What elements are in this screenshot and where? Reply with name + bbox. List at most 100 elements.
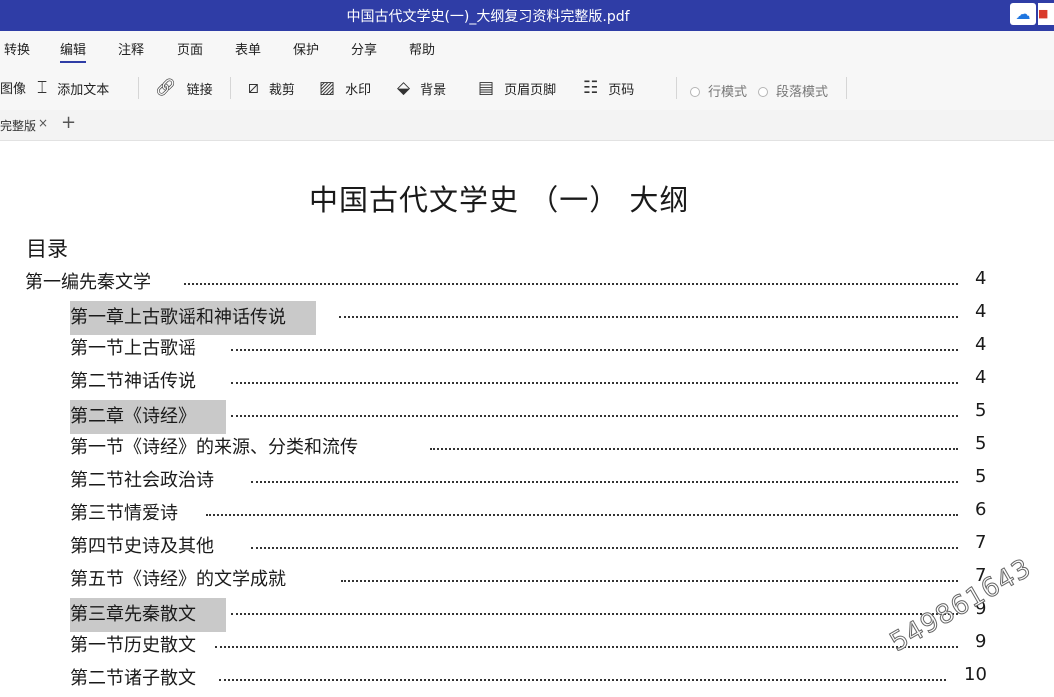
link-button[interactable]: 🔗︎ 链接 <box>155 78 213 98</box>
document-page: 中国古代文学史 （一） 大纲 目录 第一编先秦文学 4 第一章上古歌谣和神话传说 4 第… <box>0 141 1054 697</box>
menu-form[interactable]: 表单 <box>235 39 261 58</box>
toc-entry-page: 9 <box>975 631 987 652</box>
toc-entry[interactable]: 第五节《诗经》的文学成就 7 <box>0 565 1054 595</box>
cloud-icon[interactable]: ☁ <box>1010 3 1036 25</box>
text-box-icon: ⌶ <box>37 78 48 98</box>
toc-entry-label: 第二节诸子散文 <box>70 668 196 689</box>
line-mode-label: 行模式 <box>708 85 748 100</box>
crop-label: 裁剪 <box>268 82 295 98</box>
image-label: 图像 <box>0 82 27 97</box>
menu-edit[interactable]: 编辑 <box>60 39 87 63</box>
toc-entry-label: 第三节情爱诗 <box>70 503 178 524</box>
document-title: 中国古代文学史 （一） 大纲 <box>309 183 690 217</box>
menu-annotate[interactable]: 注释 <box>118 39 144 58</box>
watermark-label: 水印 <box>345 82 372 98</box>
paragraph-mode-label: 段落模式 <box>776 85 829 100</box>
toc-entry[interactable]: 第三章先秦散文 9 <box>0 598 1054 632</box>
toc-leader-dots <box>430 448 958 450</box>
toc-entry[interactable]: 第三节情爱诗 6 <box>0 499 1054 529</box>
toc-entry-label: 第三章先秦散文 <box>70 598 226 632</box>
new-tab-icon[interactable]: + <box>61 112 76 133</box>
crop-button[interactable]: ⧄ 裁剪 <box>248 78 295 98</box>
toc-entry-page: 4 <box>975 334 987 355</box>
title-bar: 中国古代文学史(一)_大纲复习资料完整版.pdf ☁ ■ <box>0 0 1054 31</box>
app-badge-icon[interactable]: ■ <box>1038 3 1054 25</box>
tab-bar: 完整版 × + <box>0 110 1054 141</box>
page-number-button[interactable]: ☷ 页码 <box>583 78 634 98</box>
radio-dot-icon <box>758 87 768 97</box>
toc-entry[interactable]: 第一节《诗经》的来源、分类和流传 5 <box>0 433 1054 463</box>
paragraph-mode-radio[interactable]: 段落模式 <box>758 81 828 100</box>
toc-leader-dots <box>184 283 958 285</box>
toc-leader-dots <box>251 547 958 549</box>
menu-help[interactable]: 帮助 <box>409 39 435 58</box>
background-button[interactable]: ⬙ 背景 <box>397 78 446 98</box>
toc-entry-label: 第二章《诗经》 <box>70 400 226 434</box>
add-text-label: 添加文本 <box>57 82 110 98</box>
toc-leader-dots <box>231 349 958 351</box>
toc-leader-dots <box>219 679 946 681</box>
toc-entry-page: 10 <box>964 664 987 685</box>
header-footer-icon: ▤ <box>478 78 495 98</box>
toc-leader-dots <box>231 382 958 384</box>
radio-dot-icon <box>690 87 700 97</box>
line-mode-radio[interactable]: 行模式 <box>690 81 747 100</box>
watermark-icon: ▨ <box>319 78 336 98</box>
menu-share[interactable]: 分享 <box>351 39 377 58</box>
toc-entry-page: 5 <box>975 433 987 454</box>
toc-entry[interactable]: 第一章上古歌谣和神话传说 4 <box>0 301 1054 335</box>
toc-entry-page: 5 <box>975 400 987 421</box>
toc-entry[interactable]: 第二节社会政治诗 5 <box>0 466 1054 496</box>
toolbar: 图像 ⌶ 添加文本 🔗︎ 链接 ⧄ 裁剪 ▨ 水印 ⬙ 背景 ▤ 页眉页脚 ☷ 页码 行模式 … <box>0 64 1054 110</box>
toc-entry-label: 第二节神话传说 <box>70 371 196 392</box>
link-icon: 🔗︎ <box>155 78 177 98</box>
crop-icon: ⧄ <box>248 78 259 98</box>
header-footer-label: 页眉页脚 <box>504 82 557 98</box>
toc-entry-page: 7 <box>975 532 987 553</box>
toc-entry-label: 第四节史诗及其他 <box>70 536 214 557</box>
page-number-label: 页码 <box>608 82 635 98</box>
toc-leader-dots <box>231 613 958 615</box>
image-button[interactable]: 图像 <box>0 78 26 97</box>
toc-entry-label: 第一节上古歌谣 <box>70 338 196 359</box>
toc-entry-label: 第二节社会政治诗 <box>70 470 214 491</box>
header-footer-button[interactable]: ▤ 页眉页脚 <box>478 78 556 98</box>
window-title: 中国古代文学史(一)_大纲复习资料完整版.pdf <box>346 9 630 25</box>
toc-entry[interactable]: 第一编先秦文学 4 <box>0 268 1054 298</box>
divider <box>138 77 139 99</box>
document-tab[interactable]: 完整版 <box>0 117 36 134</box>
toc-entry[interactable]: 第四节史诗及其他 7 <box>0 532 1054 562</box>
toc-entry[interactable]: 第二节诸子散文 10 <box>0 664 1054 694</box>
toc-entry[interactable]: 第二章《诗经》 5 <box>0 400 1054 434</box>
link-label: 链接 <box>186 82 213 98</box>
divider <box>846 77 847 99</box>
add-text-button[interactable]: ⌶ 添加文本 <box>37 78 109 98</box>
toc-entry-label: 第一章上古歌谣和神话传说 <box>70 301 316 335</box>
page-number-icon: ☷ <box>583 78 599 98</box>
paint-bucket-icon: ⬙ <box>397 78 411 98</box>
toc-leader-dots <box>231 415 958 417</box>
toc-entry-label: 第一节《诗经》的来源、分类和流传 <box>70 437 358 458</box>
background-label: 背景 <box>420 82 447 98</box>
menu-convert[interactable]: 转换 <box>4 39 30 58</box>
menu-protect[interactable]: 保护 <box>293 39 319 58</box>
toc-entry-label: 第一节历史散文 <box>70 635 196 656</box>
toc-entry-page: 4 <box>975 301 987 322</box>
toc-entry-page: 4 <box>975 367 987 388</box>
divider <box>676 77 677 99</box>
close-tab-icon[interactable]: × <box>38 116 48 130</box>
toc-leader-dots <box>215 646 958 648</box>
divider <box>230 77 231 99</box>
toc-heading: 目录 <box>26 237 68 261</box>
toc-leader-dots <box>251 481 958 483</box>
toc-entry[interactable]: 第一节上古歌谣 4 <box>0 334 1054 364</box>
toc-entry-page: 6 <box>975 499 987 520</box>
toc-entry[interactable]: 第二节神话传说 4 <box>0 367 1054 397</box>
toc-leader-dots <box>341 580 958 582</box>
menu-bar: 转换 编辑 注释 页面 表单 保护 分享 帮助 <box>0 31 1054 64</box>
watermark-button[interactable]: ▨ 水印 <box>319 78 371 98</box>
toc-entry-page: 5 <box>975 466 987 487</box>
menu-page[interactable]: 页面 <box>177 39 203 58</box>
toc-leader-dots <box>206 514 958 516</box>
toc-entry-label: 第五节《诗经》的文学成就 <box>70 569 286 590</box>
